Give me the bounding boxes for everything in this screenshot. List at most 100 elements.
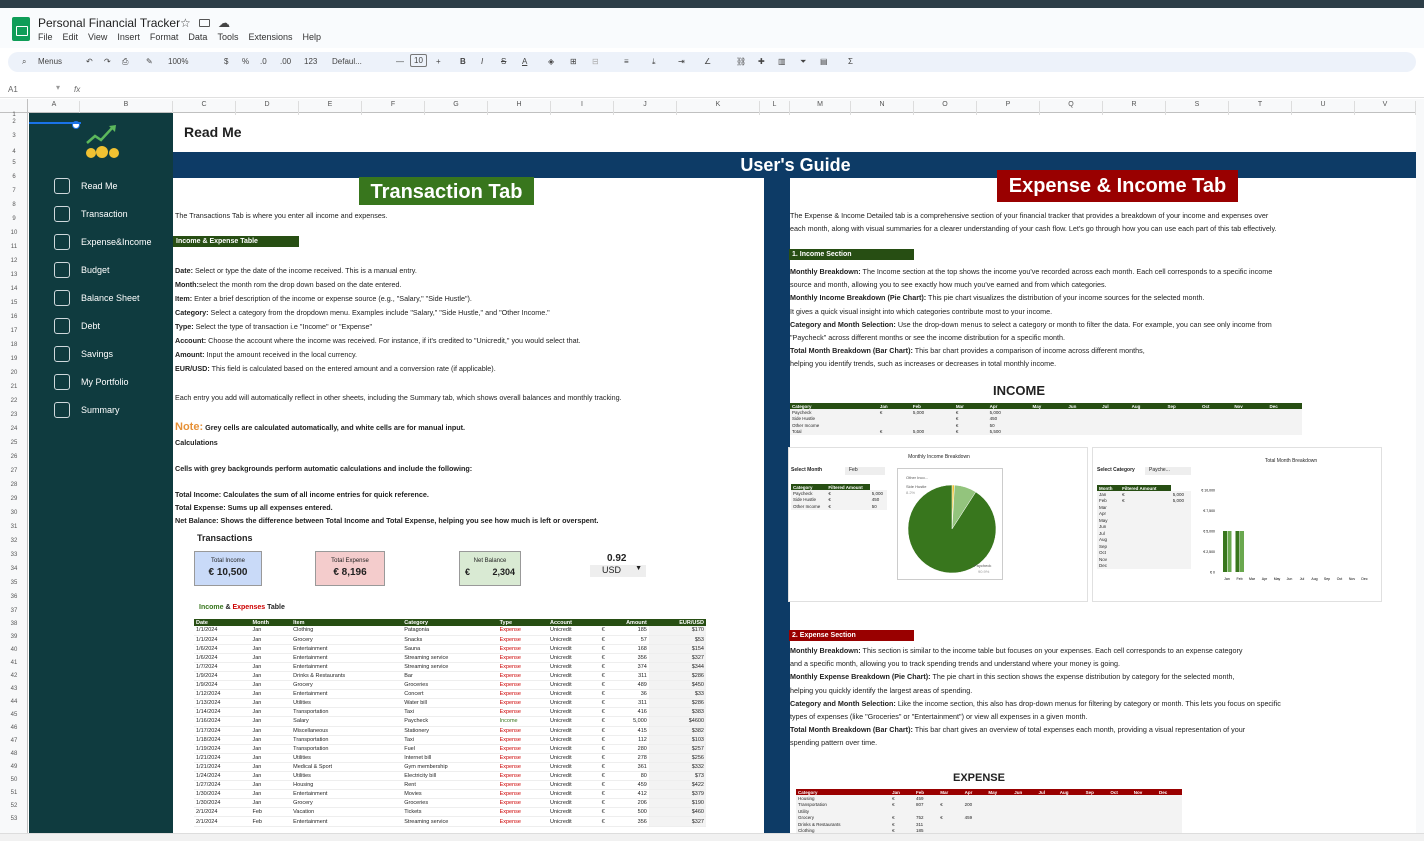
- mini-table-cell[interactable]: [1165, 428, 1200, 435]
- table-cell[interactable]: $460: [648, 807, 706, 818]
- table-cell[interactable]: Jan: [250, 753, 292, 763]
- table-row[interactable]: 1/1/2024 Jan Grocery Snacks Expense Unicredit…: [194, 635, 706, 645]
- table-cell[interactable]: Feb: [250, 807, 292, 818]
- table-cell[interactable]: Housing: [291, 780, 403, 791]
- row-header-27[interactable]: 27: [0, 468, 28, 474]
- table-cell[interactable]: Jan: [250, 798, 292, 809]
- table-cell[interactable]: $257: [648, 744, 706, 754]
- table-cell[interactable]: Unicredit: [548, 644, 600, 654]
- table-cell[interactable]: Unicredit: [548, 662, 600, 672]
- table-row[interactable]: 1/21/2024 Jan Utilities Internet bill Expens…: [194, 753, 706, 763]
- row-header-28[interactable]: 28: [0, 482, 28, 488]
- row-header-45[interactable]: 45: [0, 712, 28, 718]
- column-header-j[interactable]: J: [614, 101, 677, 115]
- horizontal-align-icon[interactable]: ≡: [624, 57, 629, 66]
- row-header-1[interactable]: 1: [0, 112, 28, 118]
- row-header-17[interactable]: 17: [0, 328, 28, 334]
- row-header-52[interactable]: 52: [0, 803, 28, 809]
- row-header-43[interactable]: 43: [0, 686, 28, 692]
- table-cell[interactable]: $450: [648, 680, 706, 691]
- row-header-22[interactable]: 22: [0, 398, 28, 404]
- mini-table-cell[interactable]: [1232, 428, 1268, 435]
- mini-table-row[interactable]: Total €5,000 €5,500: [790, 428, 1302, 435]
- table-cell[interactable]: 1/9/2024: [194, 671, 251, 682]
- font-select[interactable]: Defaul...: [332, 57, 362, 66]
- row-header-26[interactable]: 26: [0, 454, 28, 460]
- table-cell[interactable]: 311: [613, 671, 649, 682]
- table-cell[interactable]: $286: [648, 671, 706, 682]
- table-cell[interactable]: Transportation: [291, 735, 403, 745]
- column-header-t[interactable]: T: [1229, 101, 1292, 115]
- row-header-44[interactable]: 44: [0, 699, 28, 705]
- table-cell[interactable]: 1/30/2024: [194, 789, 251, 800]
- table-cell[interactable]: 356: [613, 653, 649, 663]
- table-cell[interactable]: $103: [648, 735, 706, 745]
- table-cell[interactable]: Expense: [497, 735, 548, 745]
- table-cell[interactable]: $170: [648, 626, 706, 636]
- menu-tools[interactable]: Tools: [217, 32, 238, 42]
- undo-icon[interactable]: ↶: [86, 57, 93, 66]
- print-icon[interactable]: ⎙: [122, 57, 128, 67]
- table-cell[interactable]: $422: [648, 780, 706, 791]
- table-cell[interactable]: Transportation: [291, 744, 403, 754]
- row-header-16[interactable]: 16: [0, 314, 28, 320]
- column-header-h[interactable]: H: [488, 101, 551, 115]
- table-cell[interactable]: $154: [648, 644, 706, 654]
- table-cell[interactable]: Grocery: [291, 635, 403, 645]
- table-cell[interactable]: $327: [648, 653, 706, 663]
- table-cell[interactable]: Utilities: [291, 698, 403, 709]
- table-cell[interactable]: Medical & Sport: [291, 762, 403, 773]
- table-cell[interactable]: Entertainment: [291, 662, 403, 672]
- table-cell[interactable]: 5,000: [613, 716, 649, 727]
- table-cell[interactable]: Income: [497, 716, 548, 727]
- row-header-5[interactable]: 5: [0, 160, 28, 166]
- table-cell[interactable]: Bar: [402, 671, 498, 682]
- table-cell[interactable]: 2/1/2024: [194, 807, 251, 818]
- table-cell[interactable]: Patagonia: [402, 626, 498, 636]
- merge-cells-icon[interactable]: ⊟: [592, 57, 599, 66]
- table-cell[interactable]: Salary: [291, 716, 403, 727]
- sidebar-item-balance-sheet[interactable]: Balance Sheet: [54, 287, 172, 309]
- filter-views-icon[interactable]: ▤: [820, 57, 828, 66]
- table-cell[interactable]: 1/1/2024: [194, 635, 251, 645]
- menu-file[interactable]: File: [38, 32, 53, 42]
- table-cell[interactable]: 280: [613, 744, 649, 754]
- table-cell[interactable]: 1/19/2024: [194, 744, 251, 754]
- table-header[interactable]: Item: [291, 619, 403, 626]
- column-header-s[interactable]: S: [1166, 101, 1229, 115]
- table-cell[interactable]: Unicredit: [548, 780, 600, 791]
- mini-table-cell[interactable]: Other Income: [791, 503, 827, 510]
- mini-table-cell[interactable]: [1066, 428, 1101, 435]
- table-cell[interactable]: $33: [648, 689, 706, 700]
- table-cell[interactable]: Entertainment: [291, 653, 403, 663]
- table-cell[interactable]: Expense: [497, 807, 548, 818]
- table-cell[interactable]: Expense: [497, 798, 548, 809]
- text-rotation-icon[interactable]: ∠: [704, 57, 711, 66]
- table-cell[interactable]: Unicredit: [548, 807, 600, 818]
- table-cell[interactable]: Jan: [250, 689, 292, 700]
- table-cell[interactable]: Streaming service: [402, 816, 498, 827]
- row-header-19[interactable]: 19: [0, 356, 28, 362]
- percent-format-button[interactable]: %: [242, 57, 249, 66]
- row-header-50[interactable]: 50: [0, 777, 28, 783]
- table-cell[interactable]: €: [599, 671, 614, 682]
- table-cell[interactable]: Groceries: [402, 798, 498, 809]
- select-all-corner[interactable]: [0, 99, 28, 113]
- table-row[interactable]: 1/30/2024 Jan Entertainment Movies Expense Un…: [194, 789, 706, 800]
- table-cell[interactable]: Vacation: [291, 807, 403, 818]
- table-cell[interactable]: Utilities: [291, 753, 403, 763]
- table-cell[interactable]: $383: [648, 707, 706, 718]
- table-cell[interactable]: Entertainment: [291, 689, 403, 700]
- table-cell[interactable]: 311: [613, 698, 649, 709]
- table-header[interactable]: EUR/USD: [648, 619, 706, 626]
- table-cell[interactable]: Sauna: [402, 644, 498, 654]
- italic-button[interactable]: I: [481, 57, 483, 66]
- table-cell[interactable]: 416: [613, 707, 649, 718]
- table-cell[interactable]: Unicredit: [548, 771, 600, 782]
- text-color-button[interactable]: A: [522, 57, 527, 66]
- mini-table-cell[interactable]: [1170, 562, 1191, 569]
- column-header-v[interactable]: V: [1355, 101, 1416, 115]
- row-header-47[interactable]: 47: [0, 738, 28, 744]
- row-header-3[interactable]: 3: [0, 133, 28, 139]
- row-header-38[interactable]: 38: [0, 621, 28, 627]
